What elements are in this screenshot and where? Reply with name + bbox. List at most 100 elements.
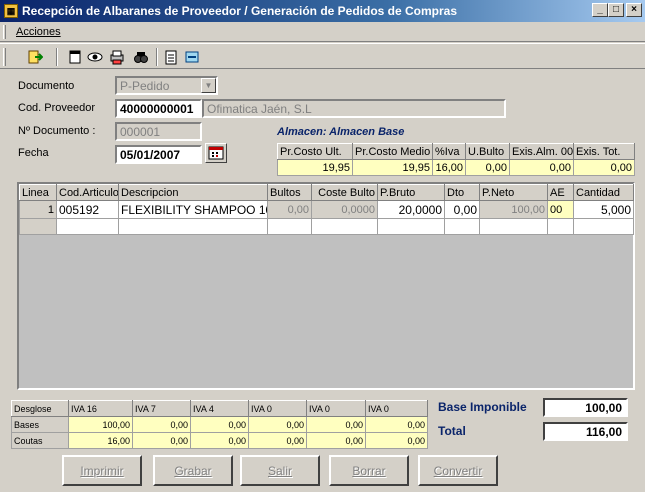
convertir-label: Convertir bbox=[433, 463, 483, 478]
calendar-icon bbox=[208, 146, 224, 160]
almacen-table: Pr.Costo Ult. Pr.Costo Medio %Iva U.Bult… bbox=[277, 143, 635, 176]
cell-empty[interactable] bbox=[311, 218, 378, 235]
almacen-title: Almacen: Almacen Base bbox=[277, 126, 405, 138]
close-button[interactable]: × bbox=[626, 3, 642, 17]
salir-label: Salir bbox=[267, 463, 292, 478]
desglose-header: IVA 0 bbox=[306, 400, 366, 417]
cell-bultos[interactable]: 0,00 bbox=[267, 200, 312, 219]
almacen-value: 0,00 bbox=[509, 159, 574, 176]
cell-p-bruto[interactable]: 20,0000 bbox=[377, 200, 445, 219]
borrar-label: Borrar bbox=[352, 463, 386, 478]
salir-button[interactable]: Salir bbox=[240, 455, 320, 486]
cell-p-neto: 100,00 bbox=[479, 200, 548, 219]
convertir-button[interactable]: Convertir bbox=[418, 455, 498, 486]
desglose-header: IVA 4 bbox=[190, 400, 249, 417]
cell-descripcion[interactable]: FLEXIBILITY SHAMPOO 100 bbox=[118, 200, 268, 219]
imprimir-button[interactable]: Imprimir bbox=[62, 455, 142, 486]
desglose-value: 0,00 bbox=[306, 416, 366, 433]
calendar-button[interactable] bbox=[205, 143, 227, 163]
window-title: Recepción de Albaranes de Proveedor / Ge… bbox=[22, 4, 458, 18]
proveedor-label: Cod. Proveedor bbox=[18, 102, 96, 114]
find-icon[interactable] bbox=[132, 48, 150, 66]
minimize-button[interactable]: _ bbox=[592, 3, 608, 17]
documento-label: Documento bbox=[18, 80, 75, 92]
toolbar-separator bbox=[56, 48, 58, 66]
maximize-button[interactable]: □ bbox=[608, 3, 624, 17]
proveedor-code-input[interactable]: 40000000001 bbox=[115, 99, 202, 118]
desglose-header: Desglose bbox=[11, 400, 69, 417]
cell-empty[interactable] bbox=[444, 218, 480, 235]
desglose-row-label: Coutas bbox=[11, 432, 69, 449]
almacen-header: %Iva bbox=[432, 143, 466, 160]
fecha-input[interactable]: 05/01/2007 bbox=[115, 145, 202, 164]
almacen-value: 0,00 bbox=[573, 159, 635, 176]
menu-bar: Acciones bbox=[0, 22, 645, 42]
cell-empty[interactable] bbox=[573, 218, 634, 235]
desglose-value: 16,00 bbox=[68, 432, 133, 449]
base-imponible-label: Base Imponible bbox=[438, 400, 527, 414]
almacen-header: U.Bulto bbox=[465, 143, 510, 160]
exit-icon[interactable] bbox=[26, 48, 44, 66]
proveedor-name-field: Ofimatica Jaén, S.L bbox=[202, 99, 506, 118]
toolbar bbox=[0, 43, 645, 69]
almacen-header: Exis.Alm. 00 bbox=[509, 143, 574, 160]
lines-table[interactable]: Linea Cod.Articulo Descripcion Bultos Co… bbox=[19, 184, 634, 235]
export-icon[interactable] bbox=[183, 48, 201, 66]
cell-dto[interactable]: 0,00 bbox=[444, 200, 480, 219]
lines-header: Linea bbox=[19, 184, 57, 201]
desglose-value: 0,00 bbox=[248, 432, 307, 449]
cell-empty[interactable] bbox=[56, 218, 119, 235]
new-icon[interactable] bbox=[66, 48, 84, 66]
almacen-header: Pr.Costo Ult. bbox=[277, 143, 353, 160]
desglose-header: IVA 0 bbox=[365, 400, 428, 417]
documento-select[interactable]: P-Pedido ▼ bbox=[115, 76, 218, 95]
base-imponible-value: 100,00 bbox=[543, 398, 628, 417]
lines-header: Descripcion bbox=[118, 184, 268, 201]
documento-value: P-Pedido bbox=[120, 79, 170, 93]
almacen-value: 19,95 bbox=[277, 159, 353, 176]
menu-grip bbox=[3, 25, 6, 39]
desglose-value: 0,00 bbox=[132, 416, 191, 433]
lines-header: Bultos bbox=[267, 184, 312, 201]
lines-header: Cod.Articulo bbox=[56, 184, 119, 201]
lines-header: Cantidad bbox=[573, 184, 634, 201]
line-number: 1 bbox=[19, 200, 57, 219]
almacen-header: Exis. Tot. bbox=[573, 143, 635, 160]
chevron-down-icon[interactable]: ▼ bbox=[201, 78, 216, 93]
menu-acciones[interactable]: Acciones bbox=[16, 26, 61, 38]
desglose-value: 100,00 bbox=[68, 416, 133, 433]
toolbar-separator bbox=[156, 48, 158, 66]
lines-header: P.Neto bbox=[479, 184, 548, 201]
almacen-header: Pr.Costo Medio bbox=[352, 143, 433, 160]
title-bar: ▦ Recepción de Albaranes de Proveedor / … bbox=[0, 0, 645, 22]
table-row[interactable]: 1 005192 FLEXIBILITY SHAMPOO 100 0,00 0,… bbox=[19, 200, 634, 219]
cell-empty[interactable] bbox=[479, 218, 548, 235]
cell-empty[interactable] bbox=[547, 218, 574, 235]
desglose-value: 0,00 bbox=[190, 416, 249, 433]
desglose-value: 0,00 bbox=[248, 416, 307, 433]
cell-coste-bulto[interactable]: 0,0000 bbox=[311, 200, 378, 219]
cell-cantidad[interactable]: 5,000 bbox=[573, 200, 634, 219]
grabar-button[interactable]: Grabar bbox=[153, 455, 233, 486]
clipboard-icon[interactable] bbox=[162, 48, 180, 66]
cell-ae[interactable]: 00 bbox=[547, 200, 574, 219]
borrar-button[interactable]: Borrar bbox=[329, 455, 409, 486]
desglose-header: IVA 7 bbox=[132, 400, 191, 417]
desglose-value: 0,00 bbox=[306, 432, 366, 449]
cell-empty[interactable] bbox=[118, 218, 268, 235]
lines-header: Coste Bulto bbox=[311, 184, 378, 201]
ndoc-label: Nº Documento : bbox=[18, 125, 96, 137]
almacen-value: 19,95 bbox=[352, 159, 433, 176]
fecha-label: Fecha bbox=[18, 147, 49, 159]
print-icon[interactable] bbox=[108, 48, 126, 66]
cell-empty[interactable] bbox=[377, 218, 445, 235]
lines-header: AE bbox=[547, 184, 574, 201]
cell-empty[interactable] bbox=[267, 218, 312, 235]
app-icon: ▦ bbox=[4, 4, 18, 18]
cell-cod-articulo[interactable]: 005192 bbox=[56, 200, 119, 219]
table-row-empty[interactable] bbox=[19, 218, 634, 235]
toolbar-grip bbox=[3, 48, 6, 66]
total-value: 116,00 bbox=[543, 422, 628, 441]
view-icon[interactable] bbox=[86, 48, 104, 66]
lines-header: Dto bbox=[444, 184, 480, 201]
